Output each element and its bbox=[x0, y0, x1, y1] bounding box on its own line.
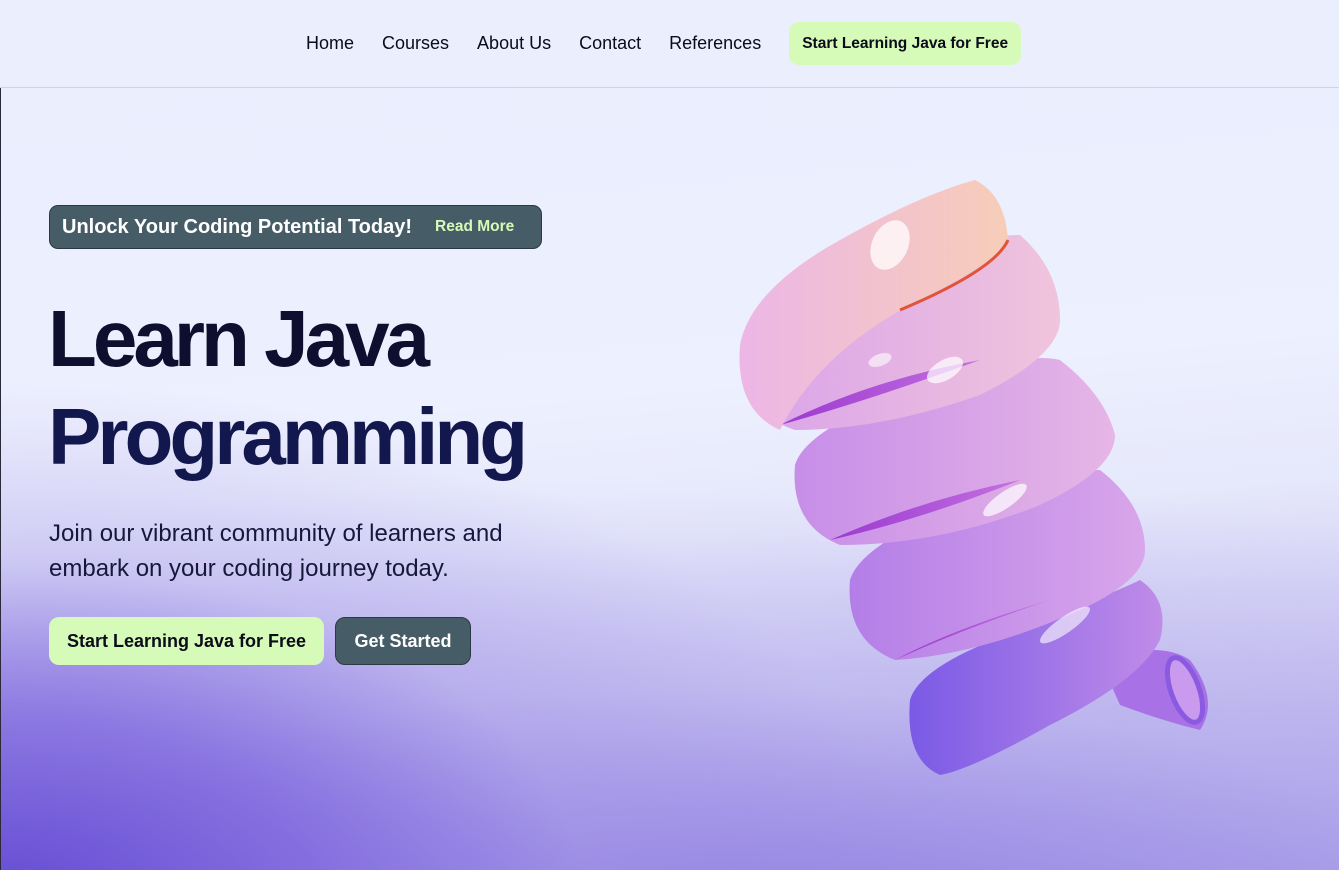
start-learning-button[interactable]: Start Learning Java for Free bbox=[49, 617, 324, 665]
hero-title: Learn Java Programming bbox=[48, 290, 528, 486]
site-header: Home Courses About Us Contact References… bbox=[0, 0, 1339, 88]
hero-subtitle: Join our vibrant community of learners a… bbox=[49, 520, 503, 582]
nav-start-learning-button[interactable]: Start Learning Java for Free bbox=[789, 22, 1022, 65]
read-more-link[interactable]: Read More bbox=[435, 218, 514, 236]
main-nav: Home Courses About Us Contact References… bbox=[306, 22, 1022, 65]
nav-about-us-link[interactable]: About Us bbox=[477, 33, 551, 54]
nav-contact-link[interactable]: Contact bbox=[579, 33, 641, 54]
nav-courses-link[interactable]: Courses bbox=[382, 33, 449, 54]
nav-home-link[interactable]: Home bbox=[306, 33, 354, 54]
banner-text: Unlock Your Coding Potential Today! bbox=[62, 215, 413, 238]
announcement-banner: Unlock Your Coding Potential Today! Read… bbox=[49, 205, 542, 249]
nav-references-link[interactable]: References bbox=[669, 33, 761, 54]
get-started-button[interactable]: Get Started bbox=[335, 617, 471, 665]
hero-title-line2: Programming bbox=[48, 392, 528, 481]
spiral-helix-illustration bbox=[739, 180, 1208, 775]
window-left-edge bbox=[0, 0, 1, 870]
hero-title-line1: Learn Java bbox=[48, 294, 430, 383]
